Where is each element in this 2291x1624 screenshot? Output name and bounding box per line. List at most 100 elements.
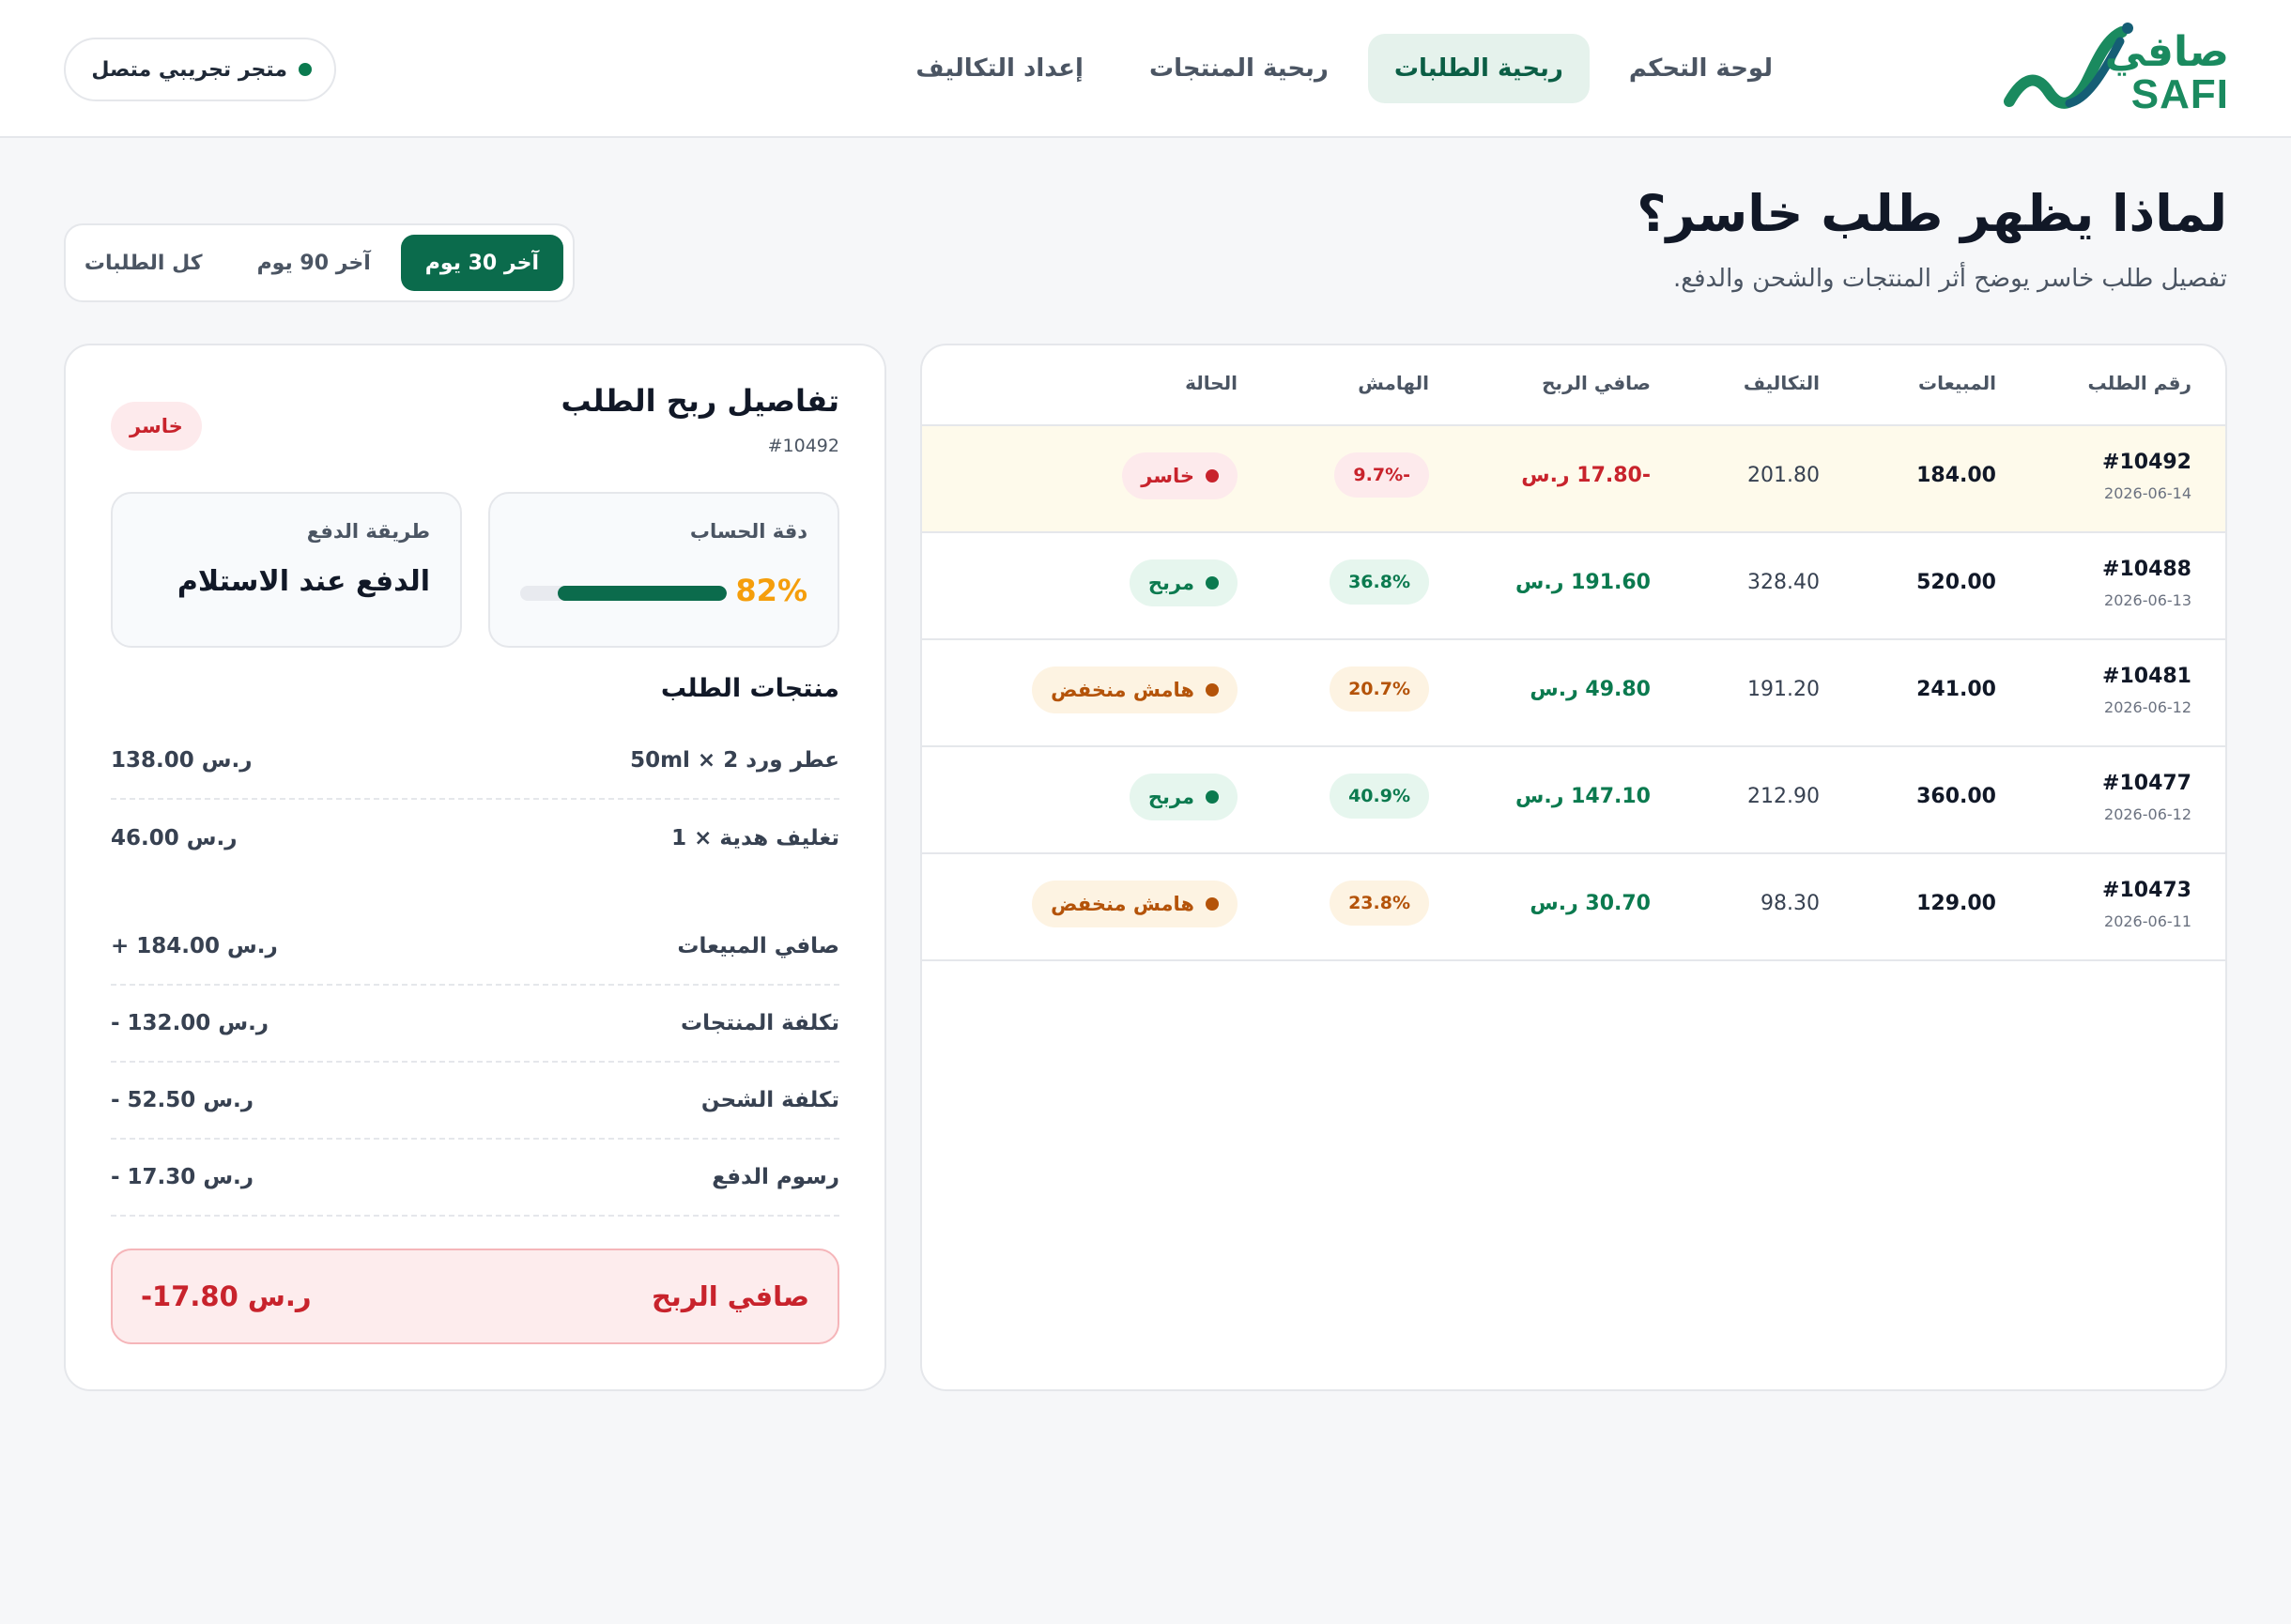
table-row[interactable]: #10481 2026-06-12 241.00 191.20 49.80 ر.… bbox=[922, 640, 2225, 747]
product-value: 138.00 ر.س bbox=[111, 748, 253, 773]
status-badge: هامش منخفض bbox=[1032, 666, 1238, 713]
product-name: تغليف هدية × 1 bbox=[671, 826, 839, 850]
main-nav: لوحة التحكم ربحية الطلبات ربحية المنتجات… bbox=[889, 34, 1799, 103]
order-date: 2026-06-11 bbox=[2104, 912, 2191, 930]
header-sales: المبيعات bbox=[1918, 372, 1996, 394]
range-all-orders[interactable]: كل الطلبات bbox=[60, 235, 227, 291]
order-id: #10477 bbox=[2102, 772, 2191, 795]
net-profit-value: -17.80 ر.س bbox=[141, 1280, 312, 1312]
order-net-profit: 30.70 ر.س bbox=[1530, 892, 1651, 915]
payment-method-card: طريقة الدفع الدفع عند الاستلام bbox=[111, 492, 462, 648]
order-sales: 129.00 bbox=[1916, 892, 1996, 915]
order-date: 2026-06-14 bbox=[2104, 484, 2191, 502]
brand-name-ar: صافي bbox=[2104, 28, 2229, 76]
loss-badge: خاسر bbox=[111, 402, 202, 451]
order-sales: 520.00 bbox=[1916, 571, 1996, 594]
breakdown-value: - 132.00 ر.س bbox=[111, 1011, 269, 1035]
order-date: 2026-06-12 bbox=[2104, 698, 2191, 716]
net-profit-total: صافي الربح -17.80 ر.س bbox=[111, 1249, 839, 1344]
breakdown-shipping-cost: تكلفة الشحن - 52.50 ر.س bbox=[111, 1063, 839, 1140]
order-id: #10473 bbox=[2102, 879, 2191, 902]
status-dot-icon bbox=[1206, 897, 1219, 911]
breakdown-payment-fees: رسوم الدفع - 17.30 ر.س bbox=[111, 1140, 839, 1217]
header-net-profit: صافي الربح bbox=[1542, 372, 1651, 394]
order-date: 2026-06-12 bbox=[2104, 805, 2191, 823]
range-last-90-days[interactable]: آخر 90 يوم bbox=[233, 235, 395, 291]
page-subtitle: تفصيل طلب خاسر يوضح أثر المنتجات والشحن … bbox=[1672, 265, 2227, 293]
detail-title: تفاصيل ربح الطلب bbox=[561, 383, 839, 419]
date-range-selector: آخر 30 يوم آخر 90 يوم كل الطلبات bbox=[64, 223, 575, 302]
status-label: مربح bbox=[1147, 786, 1194, 808]
status-badge: مربح bbox=[1129, 774, 1238, 820]
accuracy-label: دقة الحساب bbox=[689, 520, 807, 543]
products-heading: منتجات الطلب bbox=[660, 674, 839, 703]
table-header: رقم الطلب المبيعات التكاليف صافي الربح ا… bbox=[922, 345, 2225, 426]
product-line: تغليف هدية × 1 46.00 ر.س bbox=[111, 800, 839, 877]
product-line: عطر ورد 50ml × 2 138.00 ر.س bbox=[111, 723, 839, 800]
order-net-profit: -17.80 ر.س bbox=[1521, 464, 1651, 487]
breakdown-value: - 52.50 ر.س bbox=[111, 1088, 254, 1112]
status-dot-icon bbox=[1206, 469, 1219, 483]
order-id: #10492 bbox=[2102, 451, 2191, 474]
table-row[interactable]: #10492 2026-06-14 184.00 201.80 -17.80 ر… bbox=[922, 426, 2225, 533]
order-date: 2026-06-13 bbox=[2104, 591, 2191, 609]
margin-badge: -9.7% bbox=[1334, 452, 1429, 498]
status-label: مربح bbox=[1147, 572, 1194, 594]
accuracy-card: دقة الحساب 82% bbox=[488, 492, 839, 648]
product-name: عطر ورد 50ml × 2 bbox=[630, 748, 839, 773]
status-badge: مربح bbox=[1129, 559, 1238, 606]
product-value: 46.00 ر.س bbox=[111, 826, 238, 850]
header-costs: التكاليف bbox=[1743, 372, 1820, 394]
status-label: هامش منخفض bbox=[1051, 679, 1194, 701]
breakdown-value: + 184.00 ر.س bbox=[111, 934, 278, 958]
margin-badge: 36.8% bbox=[1330, 559, 1429, 605]
nav-dashboard[interactable]: لوحة التحكم bbox=[1603, 34, 1799, 103]
payment-method-value: الدفع عند الاستلام bbox=[177, 565, 430, 598]
header-status: الحالة bbox=[1185, 372, 1238, 394]
top-bar: صافي SAFI لوحة التحكم ربحية الطلبات ربحي… bbox=[0, 0, 2291, 138]
breakdown-value: - 17.30 ر.س bbox=[111, 1165, 254, 1189]
order-id: #10488 bbox=[2102, 558, 2191, 581]
connected-dot-icon bbox=[299, 63, 312, 76]
margin-badge: 40.9% bbox=[1330, 774, 1429, 819]
breakdown-label: تكلفة الشحن bbox=[700, 1088, 839, 1112]
order-detail-panel: تفاصيل ربح الطلب #10492 خاسر دقة الحساب … bbox=[64, 344, 886, 1391]
accuracy-value: 82% bbox=[735, 573, 807, 608]
brand-name-en: SAFI bbox=[2130, 71, 2229, 117]
orders-table: رقم الطلب المبيعات التكاليف صافي الربح ا… bbox=[920, 344, 2227, 1391]
page-title: لماذا يظهر طلب خاسر؟ bbox=[1637, 184, 2227, 243]
order-sales: 184.00 bbox=[1916, 464, 1996, 487]
accuracy-progress-bar bbox=[520, 586, 727, 601]
store-status-pill[interactable]: متجر تجريبي متصل bbox=[64, 38, 336, 101]
net-profit-label: صافي الربح bbox=[652, 1280, 809, 1312]
order-net-profit: 49.80 ر.س bbox=[1530, 678, 1651, 701]
order-id: #10481 bbox=[2102, 665, 2191, 688]
breakdown-product-cost: تكلفة المنتجات - 132.00 ر.س bbox=[111, 986, 839, 1063]
table-row[interactable]: #10488 2026-06-13 520.00 328.40 191.60 ر… bbox=[922, 533, 2225, 640]
accuracy-progress-fill bbox=[557, 586, 727, 601]
margin-badge: 20.7% bbox=[1330, 666, 1429, 712]
nav-product-profitability[interactable]: ربحية المنتجات bbox=[1123, 34, 1355, 103]
margin-badge: 23.8% bbox=[1330, 881, 1429, 926]
order-costs: 328.40 bbox=[1747, 571, 1820, 594]
brand-logo[interactable]: صافي SAFI bbox=[2004, 21, 2229, 117]
order-net-profit: 147.10 ر.س bbox=[1515, 785, 1651, 808]
status-label: هامش منخفض bbox=[1051, 893, 1194, 915]
nav-order-profitability[interactable]: ربحية الطلبات bbox=[1367, 34, 1590, 103]
order-costs: 212.90 bbox=[1747, 785, 1820, 808]
range-last-30-days[interactable]: آخر 30 يوم bbox=[400, 235, 563, 291]
status-badge: خاسر bbox=[1122, 452, 1238, 499]
order-net-profit: 191.60 ر.س bbox=[1515, 571, 1651, 594]
order-costs: 98.30 bbox=[1761, 892, 1820, 915]
status-dot-icon bbox=[1206, 790, 1219, 804]
order-sales: 360.00 bbox=[1916, 785, 1996, 808]
nav-cost-settings[interactable]: إعداد التكاليف bbox=[889, 34, 1110, 103]
breakdown-label: رسوم الدفع bbox=[712, 1165, 839, 1189]
table-row[interactable]: #10473 2026-06-11 129.00 98.30 30.70 ر.س… bbox=[922, 854, 2225, 961]
table-row[interactable]: #10477 2026-06-12 360.00 212.90 147.10 ر… bbox=[922, 747, 2225, 854]
breakdown-net-sales: صافي المبيعات + 184.00 ر.س bbox=[111, 909, 839, 986]
order-sales: 241.00 bbox=[1916, 678, 1996, 701]
detail-order-id: #10492 bbox=[767, 436, 839, 456]
payment-method-label: طريقة الدفع bbox=[306, 520, 430, 543]
header-margin: الهامش bbox=[1358, 372, 1429, 394]
